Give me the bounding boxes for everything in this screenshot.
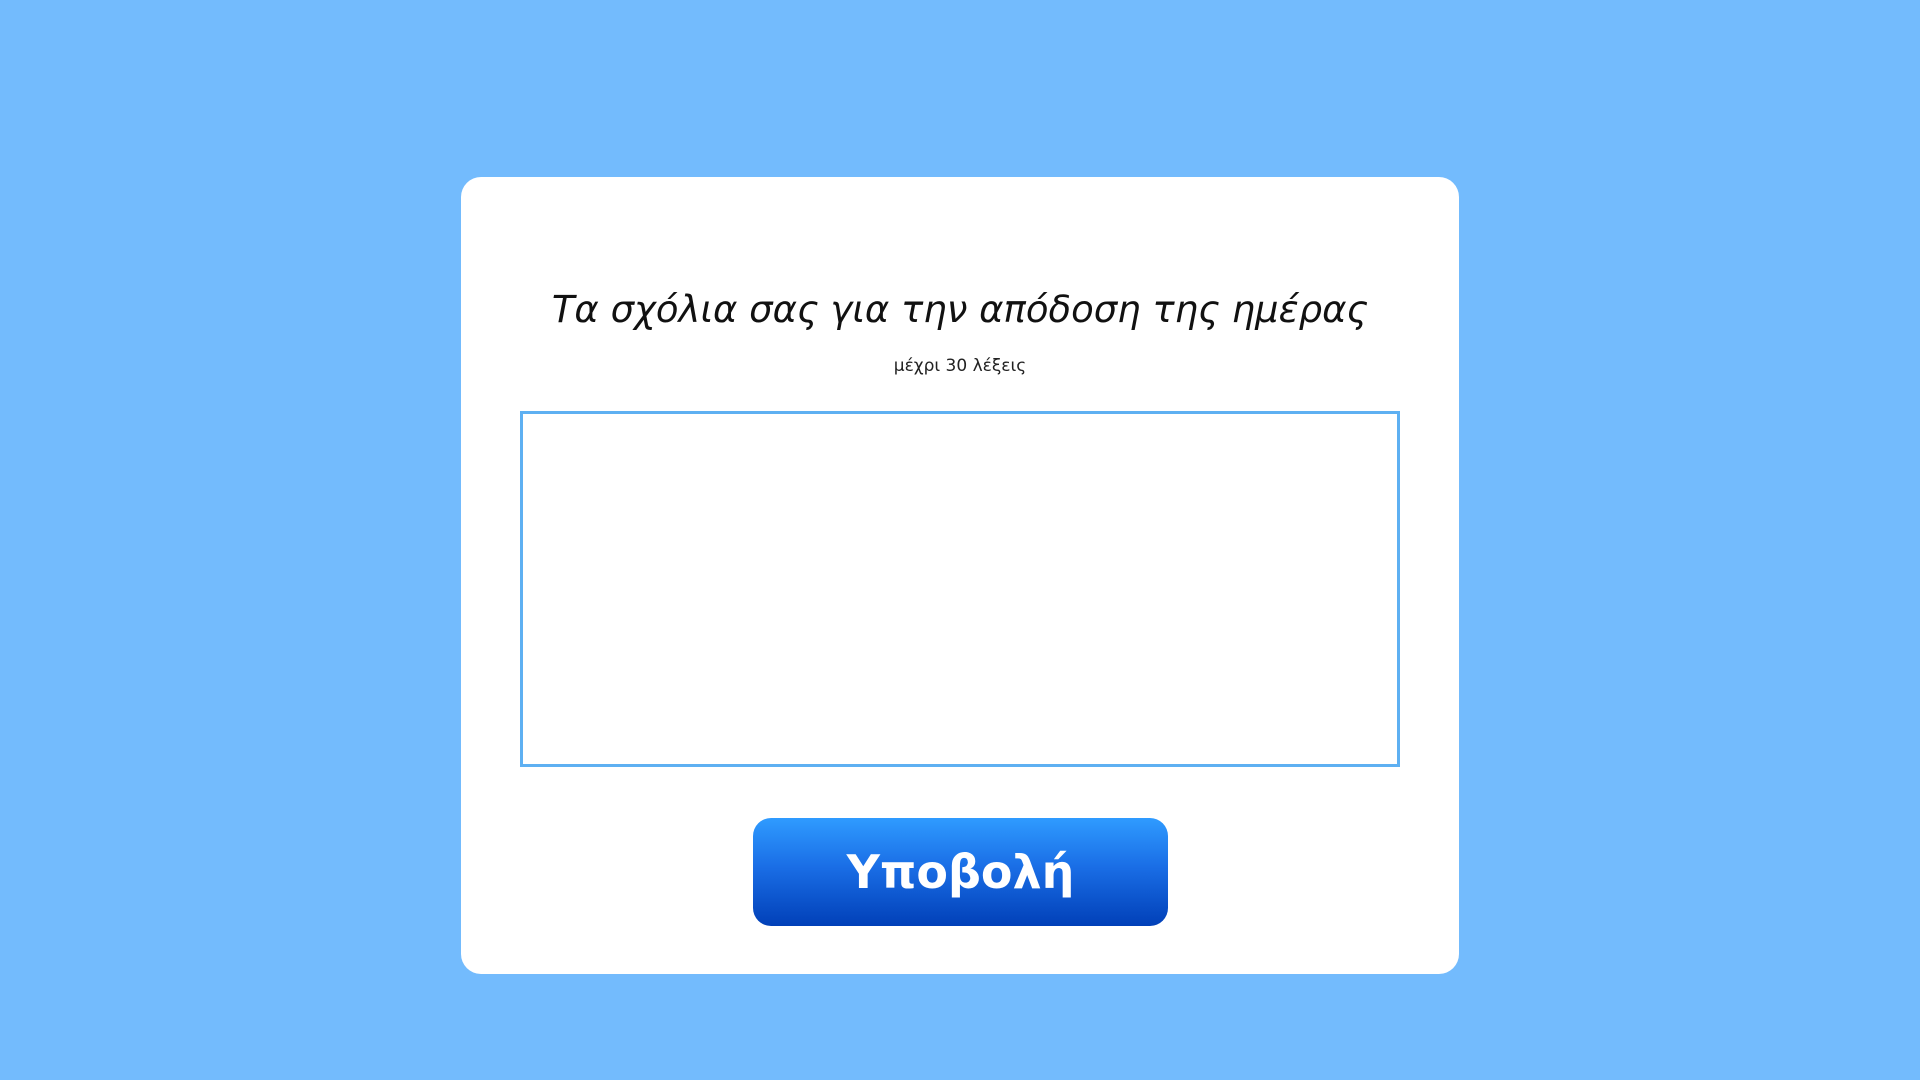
feedback-card: Τα σχόλια σας για την απόδοση της ημέρας… <box>461 177 1459 974</box>
comment-textarea[interactable] <box>520 411 1400 767</box>
form-title: Τα σχόλια σας για την απόδοση της ημέρας <box>551 288 1369 331</box>
submit-button[interactable]: Υποβολή <box>753 818 1168 926</box>
word-limit-hint: μέχρι 30 λέξεις <box>893 356 1027 376</box>
